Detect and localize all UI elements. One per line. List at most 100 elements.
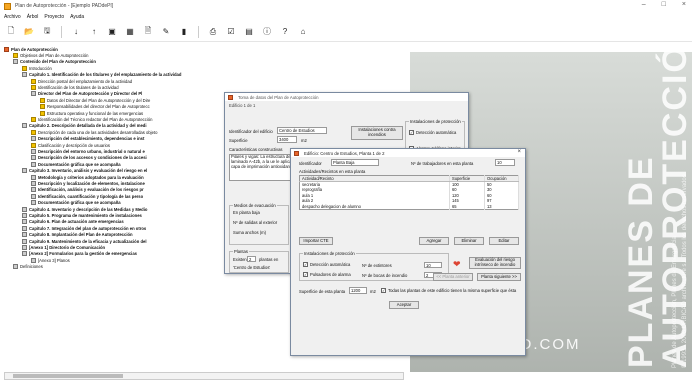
tree-item[interactable]: Capítulo 5. Programa de mantenimiento de…: [22, 212, 142, 218]
protection-group-title: Instalaciones de protección: [409, 119, 462, 124]
close-icon[interactable]: ×: [682, 1, 686, 8]
fire-risk-button[interactable]: Evaluación del riesgo intrínseco de ince…: [469, 257, 521, 269]
extinguishers-input[interactable]: 10: [424, 262, 442, 268]
pdf-icon[interactable]: ▤: [242, 25, 256, 39]
tree-item[interactable]: Descripción y localización de elementos,…: [31, 180, 145, 186]
building-id-label: Identificador del edificio: [229, 129, 273, 134]
auto-detection-checkbox[interactable]: ✓ Detección automática: [409, 130, 456, 135]
add-button[interactable]: Agregar: [419, 237, 449, 245]
sort-desc-icon[interactable]: ↑: [87, 25, 101, 39]
tree-item[interactable]: Contenido del Plan de Autoprotección: [13, 59, 96, 65]
table-cell: 13: [484, 203, 519, 209]
tree-item[interactable]: [Anexo 2] Formularios para la gestión de…: [22, 251, 137, 257]
next-floor-button[interactable]: Planta siguiente >>: [477, 273, 521, 281]
delete-button[interactable]: Eliminar: [454, 237, 484, 245]
menu-arbol[interactable]: Árbol: [27, 14, 39, 20]
edit-button[interactable]: Editar: [489, 237, 519, 245]
open-folder-icon[interactable]: 📂: [22, 25, 36, 39]
tree-item-label: Identificación, cuantificación y tipolog…: [38, 193, 144, 199]
tree-item[interactable]: Descripción del establecimiento, depende…: [31, 136, 144, 142]
folder-icon: [31, 200, 36, 206]
tree-item[interactable]: Capítulo 1. Identificación de los titula…: [22, 72, 181, 78]
tree-item[interactable]: Documentación gráfica que se acompaña: [31, 200, 121, 206]
tree-item[interactable]: Dirección postal del emplazamiento de la…: [31, 78, 132, 84]
exits-label: Nº de salidas al exterior: [233, 220, 278, 225]
tree-item-label: Capítulo 3. Inventario, análisis y evalu…: [29, 168, 148, 174]
floors-count-input[interactable]: 2: [247, 256, 256, 262]
folder-icon: [31, 193, 36, 199]
book-icon[interactable]: ▮: [177, 25, 191, 39]
tree-item[interactable]: Capítulo 8. Implantación del Plan de Aut…: [22, 232, 133, 238]
building-id-input[interactable]: Centro de Estudios: [277, 127, 327, 134]
tree-item[interactable]: Capítulo 9. Mantenimiento de la eficacia…: [22, 238, 147, 244]
tree-item[interactable]: Identificación del Técnico redactor del …: [31, 116, 152, 122]
toolbar-separator: [61, 25, 62, 38]
horizontal-scrollbar[interactable]: [4, 372, 404, 380]
tree-item[interactable]: Descripción de cada una de las actividad…: [31, 129, 157, 135]
tree-item[interactable]: Identificación, análisis y evaluación de…: [31, 187, 144, 193]
tree-item[interactable]: Capítulo 4. Inventario y descripción de …: [22, 206, 147, 212]
activities-table[interactable]: Actividad/Recinto Superficie Ocupación s…: [299, 175, 519, 210]
activities-label: Actividades/Recintos en esta planta: [299, 169, 366, 174]
fire-installations-button[interactable]: Instalaciones contra incendios: [351, 126, 403, 140]
tree-item[interactable]: Descripción de los accesos y condiciones…: [31, 155, 147, 161]
floor-surface-unit: m2: [370, 289, 376, 294]
edit-pen-icon[interactable]: ✎: [159, 25, 173, 39]
help-icon[interactable]: ?: [278, 25, 292, 39]
tree-item[interactable]: Director del Plan de Autoprotección y Di…: [31, 91, 142, 97]
tree-item[interactable]: Capítulo 2. Descripción detallada de la …: [22, 123, 147, 129]
tree-item[interactable]: [Anexo 1] Directorio de Comunicación: [22, 244, 105, 250]
new-doc-icon[interactable]: 🗋: [4, 25, 18, 39]
scrollbar-thumb[interactable]: [13, 374, 123, 378]
image-icon[interactable]: ▣: [105, 25, 119, 39]
sort-asc-icon[interactable]: ↓: [69, 25, 83, 39]
accept-button[interactable]: Aceptar: [389, 301, 419, 309]
floor-surface-input[interactable]: 1200: [349, 287, 367, 294]
tree-item[interactable]: [Anexo 3] Planos: [31, 257, 70, 263]
home-icon[interactable]: ⌂: [296, 25, 310, 39]
workers-input[interactable]: 10: [495, 159, 515, 166]
tree-item[interactable]: Objetivos del Plan de Autoprotección: [13, 52, 88, 58]
floor-pushbuttons-checkbox[interactable]: ✓ Pulsadores de alarma: [303, 272, 351, 277]
floor-detection-checkbox[interactable]: ✓ Detección automática: [303, 262, 350, 267]
tree-item[interactable]: Estructura operativa y funcional de las …: [40, 110, 143, 116]
tree-item[interactable]: Identificación, cuantificación y tipolog…: [31, 193, 143, 199]
check-icon[interactable]: ☑: [224, 25, 238, 39]
tree-item-label: [Anexo 1] Directorio de Comunicación: [29, 244, 106, 250]
tree-item[interactable]: Responsabilidades del director del Plan …: [40, 104, 150, 110]
tree-item[interactable]: Capítulo 6. Plan de actuación ante emerg…: [22, 219, 124, 225]
tree-item[interactable]: Capítulo 3. Inventario, análisis y evalu…: [22, 168, 147, 174]
tree-item[interactable]: Metodología y criterios adoptados para l…: [31, 174, 144, 180]
same-surface-checkbox[interactable]: ✓ Todas las plantas de este edificio tien…: [381, 288, 516, 293]
tree-item-label: Director del Plan de Autoprotección y Di…: [38, 91, 143, 97]
tree-item[interactable]: Documentación gráfica que se acompaña: [31, 161, 121, 167]
tree-item[interactable]: Descripción del entorno urbano, industri…: [31, 148, 145, 154]
printer-icon[interactable]: ⎙: [206, 25, 220, 39]
tree-item[interactable]: Identificación de los titulares de la ac…: [31, 84, 119, 90]
tree-item[interactable]: Clasificación y descripción de usuarios: [31, 142, 110, 148]
minimize-icon[interactable]: –: [642, 1, 646, 8]
brand-tagline: Planes de Autoprotección, Planes de Emer…: [672, 236, 678, 368]
maximize-icon[interactable]: □: [662, 1, 666, 8]
previous-floor-button[interactable]: << Planta anterior: [433, 273, 473, 281]
close-icon[interactable]: ×: [517, 149, 521, 155]
surface-input[interactable]: 3400: [277, 136, 297, 143]
info-icon[interactable]: ⓘ: [260, 25, 274, 39]
tree-item[interactable]: Datos del Director del Plan de Autoprote…: [40, 97, 150, 103]
menu-proyecto[interactable]: Proyecto: [44, 14, 64, 20]
tree-item[interactable]: Plan de Autoprotección: [4, 46, 58, 52]
document-icon[interactable]: 🗎: [141, 25, 155, 39]
floor-id-input[interactable]: Planta Baja: [331, 159, 379, 166]
folder-icon: [31, 155, 36, 161]
table-row[interactable]: despacho delegacion de alumno 65 13: [299, 203, 519, 209]
save-icon[interactable]: 🖫: [40, 25, 54, 39]
menu-ayuda[interactable]: Ayuda: [70, 14, 84, 20]
menu-archivo[interactable]: Archivo: [4, 14, 21, 20]
tree-item[interactable]: Introducción: [22, 65, 52, 71]
tree-item[interactable]: Capítulo 7. Integración del plan de auto…: [22, 225, 146, 231]
import-cte-button[interactable]: Importar CTE: [299, 237, 333, 245]
folder-icon: [31, 180, 36, 186]
table-icon[interactable]: ▦: [123, 25, 137, 39]
floor-protection-group: Instalaciones de protección ✓ Detección a…: [299, 251, 449, 281]
tree-item[interactable]: Definiciones: [13, 264, 43, 270]
